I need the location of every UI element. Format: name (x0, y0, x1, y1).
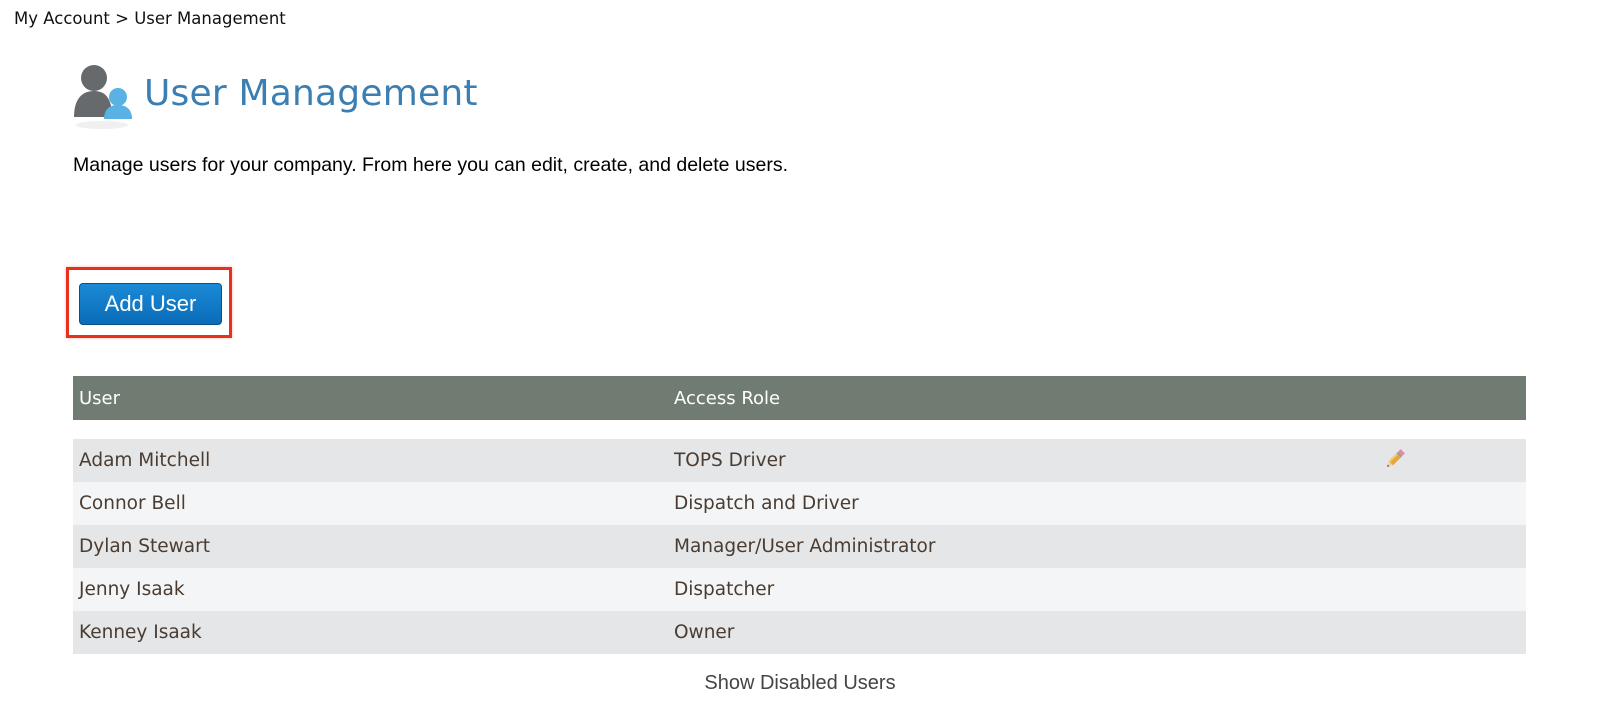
breadcrumb: My Account > User Management (14, 9, 286, 28)
access-role-cell: Dispatch and Driver (674, 493, 859, 514)
users-table: User Access Role Adam Mitchell TOPS Driv… (73, 376, 1526, 654)
add-user-button[interactable]: Add User (79, 283, 222, 325)
breadcrumb-my-account[interactable]: My Account (14, 9, 110, 28)
table-row[interactable]: Jenny Isaak Dispatcher (73, 568, 1526, 611)
breadcrumb-current: User Management (134, 9, 286, 28)
breadcrumb-separator: > (115, 9, 129, 28)
table-header: User Access Role (73, 376, 1526, 420)
access-role-cell: Manager/User Administrator (674, 536, 936, 557)
table-row[interactable]: Connor Bell Dispatch and Driver (73, 482, 1526, 525)
access-role-cell: Owner (674, 622, 735, 643)
access-role-cell: Dispatcher (674, 579, 775, 600)
user-name-cell: Connor Bell (79, 493, 186, 514)
table-row[interactable]: Kenney Isaak Owner (73, 611, 1526, 654)
page-title: User Management (144, 72, 478, 114)
user-name-cell: Jenny Isaak (79, 579, 185, 600)
page-header: User Management (72, 56, 478, 136)
access-role-cell: TOPS Driver (674, 450, 786, 471)
user-name-cell: Dylan Stewart (79, 536, 210, 557)
table-row[interactable]: Adam Mitchell TOPS Driver (73, 439, 1526, 482)
user-name-cell: Adam Mitchell (79, 450, 211, 471)
page-description: Manage users for your company. From here… (73, 154, 789, 176)
table-row[interactable]: Dylan Stewart Manager/User Administrator (73, 525, 1526, 568)
show-disabled-users-link[interactable]: Show Disabled Users (0, 672, 1600, 695)
column-header-access-role[interactable]: Access Role (674, 388, 780, 409)
user-name-cell: Kenney Isaak (79, 622, 202, 643)
column-header-user[interactable]: User (79, 388, 120, 409)
pencil-icon[interactable] (1383, 447, 1407, 471)
users-icon (72, 61, 138, 131)
